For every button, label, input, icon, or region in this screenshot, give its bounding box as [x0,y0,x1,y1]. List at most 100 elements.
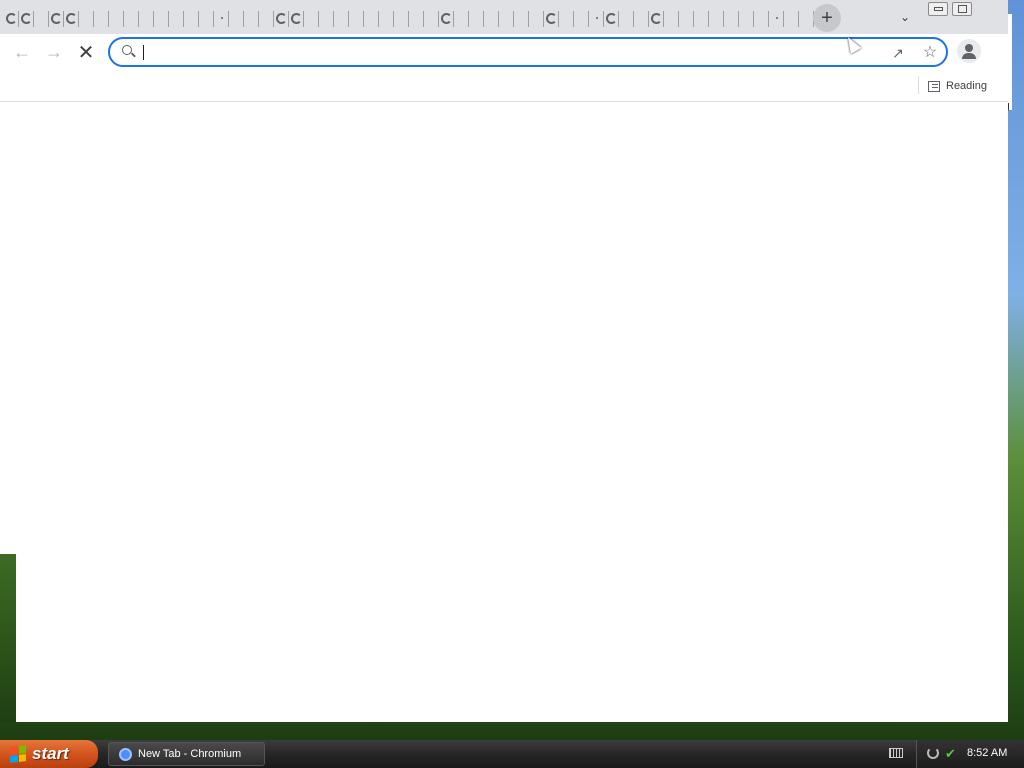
keyboard-icon[interactable] [889,748,903,758]
browser-tab[interactable] [334,5,349,31]
browser-tab[interactable] [79,5,94,31]
browser-tab[interactable] [469,5,484,31]
taskbar-item-label: New Tab - Chromium [138,748,242,760]
tab-favicon-icon [276,12,287,24]
browser-tab[interactable] [259,5,274,31]
tab-favicon-icon [6,12,17,24]
browser-tab[interactable] [724,5,739,31]
browser-tab[interactable] [424,5,439,31]
browser-tab[interactable] [214,5,229,31]
page-content[interactable] [0,103,1008,722]
browser-tab[interactable] [154,5,169,31]
browser-tab[interactable] [454,5,469,31]
browser-tab[interactable] [439,5,454,31]
address-bar[interactable]: ↗ ☆ [108,37,948,67]
chevron-down-icon: ⌄ [899,10,911,24]
browser-tab[interactable] [694,5,709,31]
taskbar: start New Tab - Chromium ✔ 8:52 AM [0,740,1024,768]
tab-favicon-icon [51,12,62,24]
clock[interactable]: 8:52 AM [967,747,1007,759]
browser-tab[interactable] [574,5,589,31]
minimize-button[interactable] [928,2,948,16]
browser-tab[interactable] [64,5,79,31]
share-button[interactable]: ↗ [888,43,908,63]
network-icon[interactable] [927,747,939,759]
forward-button[interactable]: → [40,38,68,66]
browser-tab[interactable] [319,5,334,31]
tab-favicon-icon [441,12,452,24]
bookmark-star-button[interactable]: ☆ [920,42,940,62]
browser-tab[interactable] [244,5,259,31]
browser-tab[interactable] [349,5,364,31]
browser-tab[interactable] [799,5,814,31]
tab-favicon-icon [220,17,223,19]
restore-button[interactable] [952,2,972,16]
tab-favicon-icon [21,12,32,24]
browser-tab[interactable] [559,5,574,31]
back-button[interactable]: ← [8,38,36,66]
browser-tab[interactable] [769,5,784,31]
browser-tab[interactable] [514,5,529,31]
browser-tab[interactable] [739,5,754,31]
browser-tab[interactable] [784,5,799,31]
browser-tab[interactable] [679,5,694,31]
tab-favicon-icon [775,17,778,19]
browser-tab[interactable] [589,5,604,31]
browser-tab[interactable] [4,5,19,31]
reading-list-button[interactable]: Reading list [928,76,988,96]
tab-favicon-icon [66,12,77,24]
browser-tab[interactable] [34,5,49,31]
plus-icon: + [821,7,833,29]
stop-loading-button[interactable]: ✕ [72,38,100,66]
browser-tab[interactable] [364,5,379,31]
browser-tab[interactable] [484,5,499,31]
browser-tab[interactable] [604,5,619,31]
browser-tab[interactable] [754,5,769,31]
start-button[interactable]: start [0,740,98,768]
browser-tab[interactable] [709,5,724,31]
browser-tab[interactable] [109,5,124,31]
browser-tab[interactable] [289,5,304,31]
browser-tab[interactable] [184,5,199,31]
arrow-right-icon: → [45,41,63,62]
taskbar-item-chromium[interactable]: New Tab - Chromium [108,742,265,766]
security-check-icon[interactable]: ✔ [945,747,956,760]
browser-tab[interactable] [139,5,154,31]
new-tab-button[interactable]: + [813,4,841,32]
browser-tab[interactable] [649,5,664,31]
browser-tab[interactable] [409,5,424,31]
browser-tab[interactable] [379,5,394,31]
address-input[interactable] [142,42,882,62]
tab-strip: + ⌄ [0,0,1008,34]
avatar-icon [965,44,973,52]
browser-tab[interactable] [544,5,559,31]
browser-tab[interactable] [274,5,289,31]
browser-tab[interactable] [664,5,679,31]
tab-favicon-icon [546,12,557,24]
start-label: start [32,744,69,763]
system-tray: ✔ 8:52 AM [889,740,1024,768]
browser-tab[interactable] [529,5,544,31]
browser-tab[interactable] [94,5,109,31]
bookmarks-separator [918,76,919,94]
text-caret [143,45,144,60]
tab-search-button[interactable]: ⌄ [894,6,916,28]
browser-tab[interactable] [499,5,514,31]
browser-tab[interactable] [304,5,319,31]
browser-tab[interactable] [619,5,634,31]
browser-tab[interactable] [124,5,139,31]
profile-button[interactable] [957,39,981,63]
star-icon: ☆ [922,44,938,61]
browser-tab[interactable] [49,5,64,31]
reading-list-label: Reading list [946,80,988,92]
browser-tab[interactable] [199,5,214,31]
window-controls [928,2,972,16]
tab-favicon-icon [606,12,617,24]
share-icon: ↗ [892,44,904,61]
search-icon [122,45,132,55]
browser-tab[interactable] [19,5,34,31]
browser-tab[interactable] [634,5,649,31]
browser-tab[interactable] [394,5,409,31]
browser-tab[interactable] [229,5,244,31]
browser-tab[interactable] [169,5,184,31]
